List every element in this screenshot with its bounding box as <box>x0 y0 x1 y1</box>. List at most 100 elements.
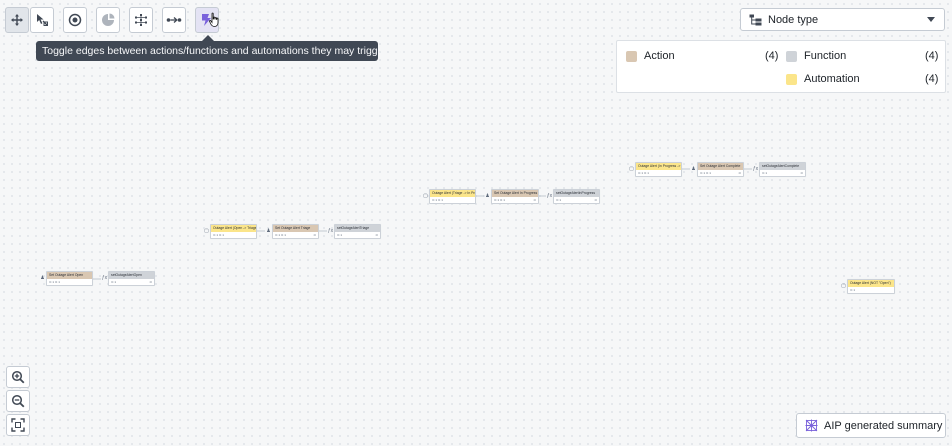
function-node-icon: ƒx <box>327 228 334 234</box>
graph-node-function[interactable]: setOutageAlertOpen ⊙ 1 ⊙ <box>108 271 155 286</box>
node-title: setOutageAlertOpen <box>109 272 154 279</box>
node-body: ⊙ 1 ⊙ <box>335 232 380 238</box>
hand-pointer-icon <box>209 12 219 27</box>
node-port-icon: ⊙ <box>594 198 597 202</box>
graph-node-action[interactable]: Set Outage Alert Complete ⊙ 1 ⊙ 1 ⊙ <box>697 162 744 177</box>
node-port-icon: ⊙ <box>738 171 741 175</box>
fit-screen-icon <box>11 418 25 432</box>
node-stats: ⊙ 1 <box>556 198 562 202</box>
legend-item-automation[interactable]: Automation <box>786 72 860 86</box>
node-title: Outage Alert (In Progress -> C... <box>636 163 681 170</box>
layout-grid-button[interactable] <box>129 7 153 33</box>
node-stats: ⊙ 1 ⊙ 1 <box>213 233 224 237</box>
node-stats: ⊙ 1 ⊙ 1 <box>638 171 649 175</box>
node-port-icon: ⊙ <box>533 198 536 202</box>
graph-node-function[interactable]: setOutageAlertComplete ⊙ 1 ⊙ <box>759 162 806 177</box>
legend-swatch-automation <box>786 73 797 85</box>
node-body: ⊙ 1 ⊙ <box>760 170 805 176</box>
aip-sparkle-icon <box>805 419 818 432</box>
node-type-dropdown[interactable]: Node type <box>740 8 945 31</box>
node-stats: ⊙ 1 <box>762 171 768 175</box>
legend-swatch-action <box>626 50 637 62</box>
function-node-icon: ƒx <box>546 193 553 199</box>
graph-node-function[interactable]: setOutageAlertInProgress ⊙ 1 ⊙ <box>553 189 600 204</box>
graph-node-automation[interactable]: Outage Alert (Open -> Triage) ⊙ 1 ⊙ 1 <box>210 224 257 239</box>
node-title: Set Outage Alert Complete <box>698 163 743 170</box>
node-body: ⊙ 1 ⊙ 1 ⊙ <box>273 232 318 238</box>
layout-radial-button[interactable] <box>96 7 120 33</box>
graph-node-action[interactable]: Set Outage Alert Open ⊙ 1 ⊙ 1 <box>46 271 93 286</box>
flow-edges-button[interactable] <box>162 7 186 33</box>
legend-label-action: Action <box>644 50 675 62</box>
arrow-flow-icon <box>166 17 182 23</box>
network-grid-icon <box>135 14 147 26</box>
node-body: ⊙ 1 ⊙ <box>554 197 599 203</box>
node-type-label: Node type <box>768 13 819 26</box>
action-node-icon: ♟ <box>485 193 490 199</box>
node-stats: ⊙ 1 <box>850 288 856 292</box>
function-node-icon: ƒx <box>752 166 759 172</box>
automation-node-icon: ▢ <box>423 193 428 199</box>
legend-count-function: (4) <box>925 50 939 62</box>
node-port-icon: ⊙ <box>149 280 152 284</box>
graph-node-function[interactable]: setOutageAlertTriage ⊙ 1 ⊙ <box>334 224 381 239</box>
graph-node-action[interactable]: Set Outage Alert Triage ⊙ 1 ⊙ 1 ⊙ <box>272 224 319 239</box>
legend-item-function[interactable]: Function <box>786 49 846 63</box>
node-stats: ⊙ 1 <box>111 280 117 284</box>
move-icon <box>11 14 23 26</box>
node-title: Outage Alert (Open -> Triage) <box>211 225 256 232</box>
graph-node-automation[interactable]: Outage Alert (NOT "Open") ⊙ 1 <box>847 279 895 294</box>
node-stats: ⊙ 1 ⊙ 1 <box>700 171 711 175</box>
node-title: Set Outage Alert In Progress <box>492 190 538 197</box>
tooltip: Toggle edges between actions/functions a… <box>36 41 387 61</box>
node-body: ⊙ 1 ⊙ <box>109 279 154 285</box>
legend-swatch-function <box>786 50 797 62</box>
node-port-icon: ⊙ <box>313 233 316 237</box>
select-cursor-icon <box>37 14 48 26</box>
action-node-icon: ♟ <box>691 166 696 172</box>
node-title: Outage Alert (NOT "Open") <box>848 280 894 287</box>
node-stats: ⊙ 1 ⊙ 1 <box>275 233 286 237</box>
zoom-in-icon <box>11 370 25 384</box>
focus-node-button[interactable] <box>63 7 87 33</box>
legend-label-function: Function <box>804 50 847 62</box>
zoom-in-button[interactable] <box>6 366 30 388</box>
node-title: Set Outage Alert Triage <box>273 225 318 232</box>
graph-node-automation[interactable]: Outage Alert (Triage -> In Prog...⊙ 1 ⊙ … <box>429 189 476 204</box>
zoom-out-button[interactable] <box>6 390 30 412</box>
node-title: setOutageAlertTriage <box>335 225 380 232</box>
node-stats: ⊙ 1 <box>337 233 343 237</box>
aip-summary-button[interactable]: AIP generated summary <box>796 413 946 438</box>
node-title: setOutageAlertInProgress <box>554 190 599 197</box>
node-body: ⊙ 1 <box>848 287 894 293</box>
legend-count-action: (4) <box>765 50 779 62</box>
function-node-icon: ƒx <box>101 275 108 281</box>
node-stats: ⊙ 1 ⊙ 1 <box>49 280 60 284</box>
node-type-legend: Action (4) Function (4) Automation (4) <box>616 40 946 93</box>
node-port-icon: ⊙ <box>375 233 378 237</box>
zoom-out-icon <box>11 394 25 408</box>
graph-node-automation[interactable]: Outage Alert (In Progress -> C...⊙ 1 ⊙ 1 <box>635 162 682 177</box>
legend-label-automation: Automation <box>804 73 860 85</box>
node-body: ⊙ 1 ⊙ 1 <box>636 170 681 176</box>
graph-node-action[interactable]: Set Outage Alert In Progress ⊙ 1 ⊙ 1 ⊙ <box>491 189 539 204</box>
hierarchy-icon <box>749 14 762 26</box>
automation-node-icon: ▢ <box>204 228 209 234</box>
node-port-icon: ⊙ <box>800 171 803 175</box>
node-body: ⊙ 1 ⊙ 1 <box>47 279 92 285</box>
legend-item-action[interactable]: Action <box>626 49 675 63</box>
fit-to-screen-button[interactable] <box>6 414 30 436</box>
node-title: Set Outage Alert Open <box>47 272 92 279</box>
node-body: ⊙ 1 ⊙ 1 <box>430 197 475 203</box>
automation-node-icon: ▢ <box>629 166 634 172</box>
caret-down-icon <box>927 17 935 22</box>
target-icon <box>68 13 82 27</box>
automation-node-icon: ▢ <box>841 283 846 289</box>
pan-mode-button[interactable] <box>5 7 29 33</box>
node-stats: ⊙ 1 ⊙ 1 <box>494 198 505 202</box>
aip-summary-label: AIP generated summary <box>824 419 943 432</box>
node-title: setOutageAlertComplete <box>760 163 805 170</box>
node-body: ⊙ 1 ⊙ 1 ⊙ <box>698 170 743 176</box>
select-mode-button[interactable] <box>30 7 54 33</box>
pie-refresh-icon <box>102 13 115 26</box>
